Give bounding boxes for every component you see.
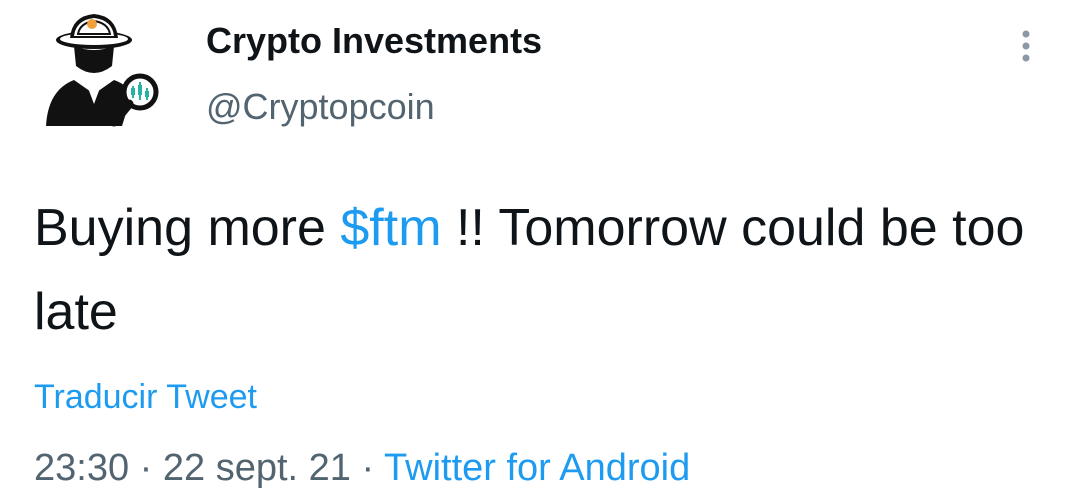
meta-separator: · bbox=[361, 447, 375, 489]
tweet-meta: 23:30 · 22 sept. 21 · Twitter for Androi… bbox=[34, 444, 690, 492]
detective-magnifier-avatar-icon bbox=[46, 14, 159, 127]
more-vertical-icon bbox=[1022, 30, 1030, 62]
tweet-time[interactable]: 23:30 bbox=[34, 447, 129, 489]
tweet-source-link[interactable]: Twitter for Android bbox=[384, 447, 690, 489]
cashtag-link[interactable]: $ftm bbox=[340, 199, 441, 257]
tweet-text: Buying more $ftm !! Tomorrow could be to… bbox=[34, 186, 1044, 354]
translate-tweet-link[interactable]: Traducir Tweet bbox=[34, 374, 257, 420]
tweet-text-before: Buying more bbox=[34, 199, 341, 257]
tweet-date[interactable]: 22 sept. 21 bbox=[163, 447, 351, 489]
meta-separator: · bbox=[139, 447, 153, 489]
author-handle[interactable]: @Cryptopcoin bbox=[206, 84, 435, 130]
more-options-button[interactable] bbox=[1012, 26, 1040, 66]
author-avatar[interactable] bbox=[40, 8, 168, 136]
tweet-card: Crypto Investments @Cryptopcoin Buying m… bbox=[0, 0, 1079, 497]
author-display-name[interactable]: Crypto Investments bbox=[206, 18, 542, 64]
